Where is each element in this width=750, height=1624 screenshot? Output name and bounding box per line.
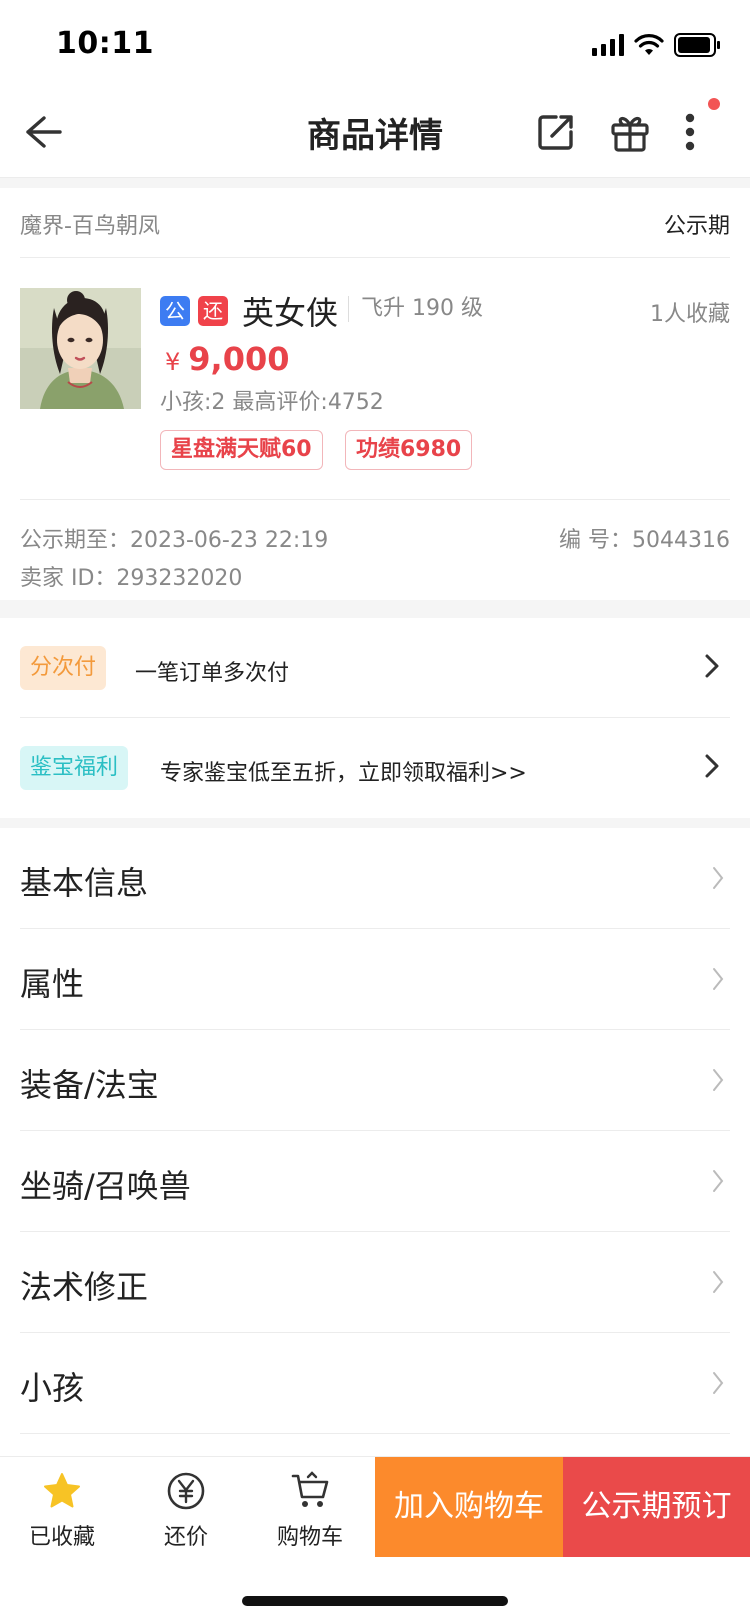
chevron-right-icon	[713, 1271, 724, 1293]
notification-dot	[708, 98, 720, 110]
chevron-right-icon	[713, 1372, 724, 1394]
chevron-right-icon	[705, 654, 719, 678]
status-time: 10:11	[56, 26, 154, 61]
battery-icon	[674, 33, 720, 57]
yen-coin-icon	[167, 1472, 205, 1510]
seller-id: 卖家 ID：293232020	[20, 566, 243, 591]
price-value: 9,000	[188, 340, 290, 378]
bargain-button[interactable]: 还价	[124, 1457, 248, 1557]
section-children[interactable]: 小孩	[20, 1333, 730, 1434]
currency-symbol: ¥	[165, 348, 181, 376]
section-label: 属性	[20, 965, 85, 1003]
chevron-right-icon	[713, 1170, 724, 1192]
server-row: 魔界-百鸟朝凤 公示期	[20, 188, 730, 258]
shopping-cart-icon	[291, 1471, 329, 1507]
nav-bar: 商品详情	[0, 88, 750, 178]
divider	[0, 178, 750, 188]
feature-badge: 功绩6980	[345, 430, 473, 470]
favorited-button[interactable]: 已收藏	[0, 1457, 124, 1557]
status-bar: 10:11	[0, 0, 750, 88]
add-to-cart-button[interactable]: 加入购物车	[375, 1457, 563, 1557]
favorite-count: 1人收藏	[650, 302, 730, 327]
section-attributes[interactable]: 属性	[20, 929, 730, 1030]
section-spell-correction[interactable]: 法术修正	[20, 1232, 730, 1333]
product-card[interactable]: 公 还 英女侠 飞升 190 级 1人收藏 ¥9,000 小孩:2 最高评价:4…	[20, 258, 730, 500]
gift-icon[interactable]	[608, 110, 652, 154]
chevron-right-icon	[713, 968, 724, 990]
divider	[0, 818, 750, 828]
bargain-tag: 还	[198, 296, 228, 326]
listing-meta: 公示期至：2023-06-23 22:19 编 号：5044316 卖家 ID：…	[20, 500, 730, 600]
bottom-action-bar: 已收藏 还价 购物车 加入购物车 公示期预订	[0, 1456, 750, 1557]
section-equipment[interactable]: 装备/法宝	[20, 1030, 730, 1131]
section-label: 坐骑/召唤兽	[20, 1167, 191, 1205]
listing-code: 编 号：5044316	[559, 528, 730, 553]
cart-button[interactable]: 购物车	[248, 1457, 372, 1557]
divider	[0, 600, 750, 618]
appraisal-text: 专家鉴宝低至五折，立即领取福利>>	[160, 761, 527, 786]
reserve-button[interactable]: 公示期预订	[563, 1457, 750, 1557]
installment-pill: 分次付	[20, 646, 107, 690]
installment-pay-row[interactable]: 分次付 一笔订单多次付	[20, 618, 730, 718]
section-label: 装备/法宝	[20, 1066, 159, 1104]
star-icon	[44, 1473, 80, 1508]
chevron-right-icon	[713, 1069, 724, 1091]
section-mounts-pets[interactable]: 坐骑/召唤兽	[20, 1131, 730, 1232]
product-level: 飞升 190 级	[348, 296, 483, 322]
public-tag: 公	[160, 296, 190, 326]
product-name: 英女侠	[242, 294, 339, 332]
wifi-icon	[634, 34, 664, 55]
appraisal-pill: 鉴宝福利	[20, 746, 129, 790]
appraisal-benefit-row[interactable]: 鉴宝福利 专家鉴宝低至五折，立即领取福利>>	[20, 718, 730, 818]
cart-label: 购物车	[276, 1525, 343, 1550]
character-avatar[interactable]	[20, 288, 141, 409]
home-indicator	[242, 1596, 508, 1606]
listing-status: 公示期	[663, 214, 730, 239]
public-period-deadline: 公示期至：2023-06-23 22:19	[20, 528, 329, 553]
share-icon[interactable]	[534, 110, 578, 154]
chevron-right-icon	[705, 754, 719, 778]
installment-text: 一笔订单多次付	[135, 661, 290, 686]
section-label: 法术修正	[20, 1268, 149, 1306]
section-label: 小孩	[20, 1369, 85, 1407]
favorited-label: 已收藏	[28, 1525, 95, 1550]
product-price: ¥9,000	[165, 340, 290, 378]
server-name: 魔界-百鸟朝凤	[20, 214, 160, 239]
chevron-right-icon	[713, 867, 724, 889]
section-basic-info[interactable]: 基本信息	[20, 828, 730, 929]
more-menu-icon[interactable]	[676, 110, 704, 154]
bargain-label: 还价	[163, 1525, 208, 1550]
signal-icon	[592, 34, 624, 56]
product-stats: 小孩:2 最高评价:4752	[160, 390, 384, 415]
section-label: 基本信息	[20, 864, 149, 902]
feature-badge: 星盘满天赋60	[160, 430, 323, 470]
status-icons	[592, 30, 720, 60]
